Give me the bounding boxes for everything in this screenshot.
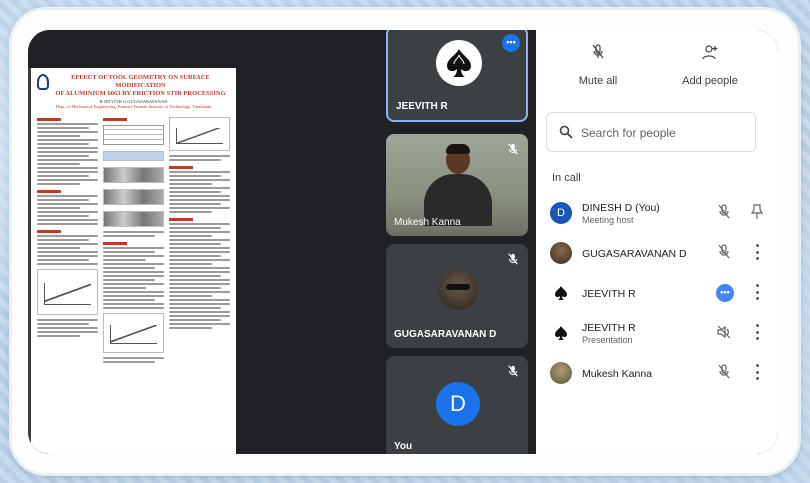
slide-title-1: EFFECT OF TOOL GEOMETRY ON SURFACE MODIF… — [71, 74, 210, 89]
avatar — [438, 270, 478, 310]
mic-off-icon[interactable] — [716, 244, 732, 260]
in-call-heading: In call — [552, 172, 581, 184]
spade-avatar — [550, 282, 572, 304]
avatar: D — [550, 202, 572, 224]
search-placeholder: Search for people — [581, 126, 676, 140]
more-options-button[interactable]: ••• — [716, 284, 734, 302]
add-person-icon — [702, 45, 718, 60]
spade-icon — [555, 326, 567, 340]
participant-name: GUGASARAVANAN D — [582, 248, 687, 260]
slide-column-2 — [103, 115, 164, 363]
college-logo — [37, 74, 49, 90]
participant-name: Mukesh Kanna — [582, 368, 653, 380]
slide-affiliation: Dept. of Mechanical Engineering, Bannari… — [55, 104, 212, 109]
shared-slide: EFFECT OF TOOL GEOMETRY ON SURFACE MODIF… — [28, 68, 236, 454]
pin-icon[interactable] — [750, 204, 764, 220]
tile-name: Mukesh Kanna — [394, 217, 461, 228]
spade-avatar — [550, 322, 572, 344]
spade-avatar — [436, 40, 482, 86]
presentation-stage: EFFECT OF TOOL GEOMETRY ON SURFACE MODIF… — [28, 30, 386, 454]
avatar: D — [436, 382, 480, 426]
slide-title-2: OF ALUMINIUM 6063 BY FRICTION STIR PROCE… — [55, 90, 226, 97]
participant-row[interactable]: Mukesh Kanna — [536, 354, 778, 394]
mic-off-icon — [508, 253, 518, 265]
slide-column-3 — [169, 115, 230, 363]
participant-name: JEEVITH R — [582, 288, 636, 300]
tile-name: You — [394, 441, 413, 452]
speaker-off-icon[interactable] — [716, 324, 732, 340]
participant-video — [424, 144, 492, 226]
more-vert-icon[interactable] — [755, 364, 759, 380]
mic-off-icon — [508, 143, 518, 155]
participant-row[interactable]: D DINESH D (You) Meeting host — [536, 194, 778, 234]
mute-all-button[interactable]: Mute all — [558, 44, 638, 87]
more-vert-icon[interactable] — [755, 244, 759, 260]
spade-icon — [555, 286, 567, 300]
search-icon — [559, 125, 573, 139]
tile-jeevith[interactable]: ••• JEEVITH R — [386, 30, 528, 122]
more-vert-icon[interactable] — [755, 324, 759, 340]
add-people-button[interactable]: Add people — [670, 44, 750, 87]
mute-all-label: Mute all — [578, 75, 618, 87]
tile-you[interactable]: D You — [386, 356, 528, 454]
participant-name: JEEVITH R — [582, 322, 636, 334]
tile-name: GUGASARAVANAN D — [394, 329, 497, 340]
mic-off-icon[interactable] — [716, 204, 732, 220]
spade-icon — [447, 49, 471, 77]
slide-body — [37, 115, 230, 363]
participant-row[interactable]: GUGASARAVANAN D — [536, 234, 778, 274]
participant-role: Meeting host — [582, 215, 634, 225]
tile-gugasaravanan[interactable]: GUGASARAVANAN D — [386, 244, 528, 348]
more-vert-icon[interactable] — [755, 284, 759, 300]
meet-window: EFFECT OF TOOL GEOMETRY ON SURFACE MODIF… — [28, 30, 778, 454]
slide-column-1 — [37, 115, 98, 363]
mic-off-icon — [592, 44, 604, 59]
participant-name: DINESH D (You) — [582, 202, 660, 214]
participant-row[interactable]: JEEVITH R Presentation — [536, 314, 778, 354]
panel-actions: Mute all Add people — [536, 30, 778, 102]
tile-name: JEEVITH R — [396, 101, 448, 112]
people-panel: Mute all Add people Search for people In… — [536, 30, 778, 454]
mic-off-icon — [508, 365, 518, 377]
participant-role: Presentation — [582, 335, 633, 345]
more-options-button[interactable]: ••• — [502, 34, 520, 52]
participant-tiles: ••• JEEVITH R Mukesh Kanna GUGASARAVANAN… — [386, 30, 536, 454]
avatar — [550, 362, 572, 384]
participant-row[interactable]: JEEVITH R ••• — [536, 274, 778, 314]
add-people-label: Add people — [682, 75, 738, 87]
avatar — [550, 242, 572, 264]
mic-off-icon[interactable] — [716, 364, 732, 380]
tile-mukesh[interactable]: Mukesh Kanna — [386, 134, 528, 236]
search-input[interactable]: Search for people — [546, 112, 756, 152]
